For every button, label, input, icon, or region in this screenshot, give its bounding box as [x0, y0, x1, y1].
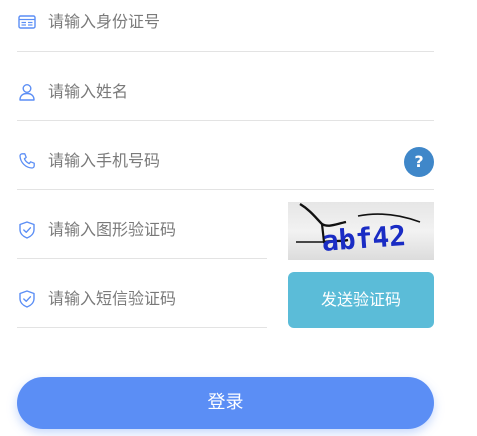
- name-placeholder: 请输入姓名: [48, 82, 129, 101]
- phone-placeholder: 请输入手机号码: [48, 151, 161, 170]
- user-icon: [17, 82, 37, 102]
- login-button[interactable]: 登录: [17, 377, 434, 429]
- id-card-icon: [17, 12, 37, 32]
- name-field[interactable]: 请输入姓名: [17, 52, 434, 121]
- phone-icon: [17, 151, 37, 171]
- sms-code-placeholder: 请输入短信验证码: [48, 289, 177, 308]
- send-code-button[interactable]: 发送验证码: [288, 272, 434, 328]
- captcha-text: abf42: [321, 219, 407, 258]
- shield-check-icon: [17, 289, 37, 309]
- captcha-placeholder: 请输入图形验证码: [48, 220, 177, 239]
- help-button[interactable]: ?: [404, 147, 434, 177]
- shield-check-icon: [17, 220, 37, 240]
- sms-code-field[interactable]: 请输入短信验证码: [17, 259, 267, 328]
- phone-field[interactable]: 请输入手机号码: [17, 121, 434, 190]
- captcha-field[interactable]: 请输入图形验证码: [17, 190, 267, 259]
- id-number-field[interactable]: 请输入身份证号: [17, 0, 434, 52]
- id-number-placeholder: 请输入身份证号: [48, 12, 161, 31]
- captcha-image[interactable]: abf42: [288, 202, 434, 260]
